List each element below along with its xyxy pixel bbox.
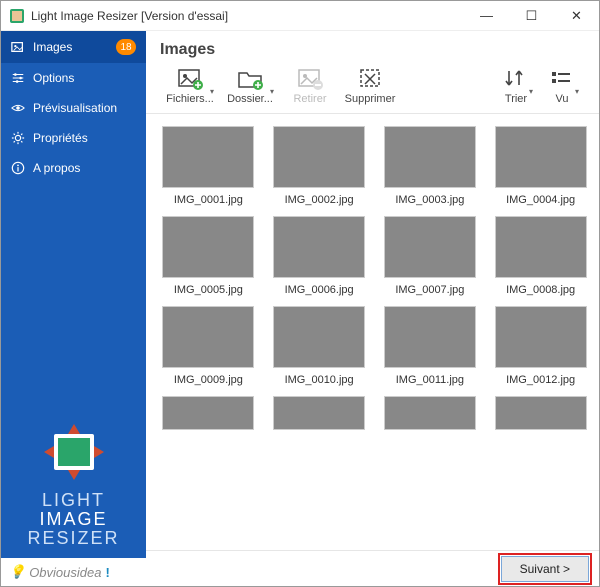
sidebar-item-about[interactable]: A propos xyxy=(1,153,146,183)
thumbnail-image xyxy=(384,306,476,368)
thumbnail-caption: IMG_0006.jpg xyxy=(269,284,370,296)
thumbnail[interactable] xyxy=(158,396,259,436)
brand-line2: IMAGE xyxy=(39,509,107,529)
brand-block: LIGHT IMAGE RESIZER xyxy=(1,414,146,558)
sidebar-item-label: Images xyxy=(33,40,72,54)
thumbnail-caption: IMG_0010.jpg xyxy=(269,374,370,386)
tool-label: Supprimer xyxy=(340,93,400,105)
thumbnail-caption: IMG_0011.jpg xyxy=(380,374,481,386)
eye-icon xyxy=(11,101,25,115)
thumbnail-image xyxy=(384,216,476,278)
main-panel: Images ▾ Fichiers... ▾ Dossier... Retire… xyxy=(146,31,599,586)
thumbnail[interactable]: IMG_0008.jpg xyxy=(490,216,591,296)
sidebar-item-label: Prévisualisation xyxy=(33,101,117,115)
thumbnail-image xyxy=(162,306,254,368)
delete-button[interactable]: Supprimer xyxy=(340,67,400,105)
sidebar-item-options[interactable]: Options xyxy=(1,63,146,93)
thumbnail-image xyxy=(273,306,365,368)
chevron-down-icon: ▾ xyxy=(270,87,274,96)
toolbar: ▾ Fichiers... ▾ Dossier... Retirer Suppr… xyxy=(146,63,599,114)
thumbnail[interactable]: IMG_0004.jpg xyxy=(490,126,591,206)
thumbnail[interactable]: IMG_0005.jpg xyxy=(158,216,259,296)
thumbnail[interactable]: IMG_0011.jpg xyxy=(380,306,481,386)
thumbnail-image xyxy=(384,126,476,188)
lightbulb-icon: 💡 xyxy=(9,564,25,580)
sliders-icon xyxy=(11,71,25,85)
thumbnail-caption: IMG_0003.jpg xyxy=(380,194,481,206)
sidebar-item-label: Propriétés xyxy=(33,131,88,145)
chevron-down-icon: ▾ xyxy=(575,87,579,96)
thumbnail-caption: IMG_0004.jpg xyxy=(490,194,591,206)
sidebar-item-preview[interactable]: Prévisualisation xyxy=(1,93,146,123)
section-title: Images xyxy=(146,31,599,63)
thumbnail-caption: IMG_0001.jpg xyxy=(158,194,259,206)
gallery[interactable]: IMG_0001.jpg IMG_0002.jpg IMG_0003.jpg IMG_… xyxy=(146,114,599,550)
thumbnail-image xyxy=(495,126,587,188)
gear-icon xyxy=(11,131,25,145)
footer-link[interactable]: 💡 Obviousidea! xyxy=(1,558,146,586)
thumbnail-caption: IMG_0002.jpg xyxy=(269,194,370,206)
footer-excl: ! xyxy=(105,565,109,580)
thumbnail-caption: IMG_0009.jpg xyxy=(158,374,259,386)
sidebar-item-images[interactable]: Images 18 xyxy=(1,31,146,63)
thumbnail-image xyxy=(162,126,254,188)
thumbnail[interactable]: IMG_0007.jpg xyxy=(380,216,481,296)
footer-text: Obviousidea xyxy=(29,565,101,580)
add-files-button[interactable]: ▾ Fichiers... xyxy=(160,67,220,105)
thumbnail-image xyxy=(162,216,254,278)
sort-button[interactable]: ▾ Trier xyxy=(493,67,539,105)
chevron-down-icon: ▾ xyxy=(210,87,214,96)
thumbnail[interactable] xyxy=(490,396,591,436)
images-badge: 18 xyxy=(116,39,136,55)
thumbnail-image xyxy=(384,396,476,430)
close-button[interactable]: ✕ xyxy=(554,1,599,30)
thumbnail[interactable]: IMG_0012.jpg xyxy=(490,306,591,386)
thumbnail-image xyxy=(273,216,365,278)
thumbnail[interactable]: IMG_0006.jpg xyxy=(269,216,370,296)
bottom-bar: Suivant > xyxy=(146,550,599,586)
maximize-button[interactable]: ☐ xyxy=(509,1,554,30)
add-folder-button[interactable]: ▾ Dossier... xyxy=(220,67,280,105)
thumbnail-image xyxy=(495,306,587,368)
thumbnail-caption: IMG_0012.jpg xyxy=(490,374,591,386)
remove-button[interactable]: Retirer xyxy=(280,67,340,105)
thumbnail-image xyxy=(495,216,587,278)
thumbnail[interactable] xyxy=(380,396,481,436)
thumbnail-image xyxy=(162,396,254,430)
brand-line1: LIGHT xyxy=(11,491,136,510)
thumbnail[interactable]: IMG_0003.jpg xyxy=(380,126,481,206)
app-icon xyxy=(9,8,25,24)
brand-line3: RESIZER xyxy=(11,529,136,548)
info-icon xyxy=(11,161,25,175)
thumbnail-caption: IMG_0005.jpg xyxy=(158,284,259,296)
minimize-button[interactable]: — xyxy=(464,1,509,30)
thumbnail[interactable]: IMG_0009.jpg xyxy=(158,306,259,386)
thumbnail-caption: IMG_0008.jpg xyxy=(490,284,591,296)
thumbnail[interactable]: IMG_0010.jpg xyxy=(269,306,370,386)
thumbnail[interactable] xyxy=(269,396,370,436)
thumbnail-image xyxy=(273,396,365,430)
tool-label: Retirer xyxy=(280,93,340,105)
sidebar-item-properties[interactable]: Propriétés xyxy=(1,123,146,153)
chevron-down-icon: ▾ xyxy=(529,87,533,96)
sidebar-item-label: Options xyxy=(33,71,74,85)
thumbnail-image xyxy=(273,126,365,188)
sidebar-item-label: A propos xyxy=(33,161,80,175)
thumbnail[interactable]: IMG_0002.jpg xyxy=(269,126,370,206)
title-bar: Light Image Resizer [Version d'essai] — … xyxy=(1,1,599,31)
images-icon xyxy=(11,40,25,54)
next-button[interactable]: Suivant > xyxy=(501,556,589,582)
app-logo xyxy=(38,424,110,480)
thumbnail-caption: IMG_0007.jpg xyxy=(380,284,481,296)
sidebar: Images 18 Options Prévisualisation Propr… xyxy=(1,31,146,586)
thumbnail[interactable]: IMG_0001.jpg xyxy=(158,126,259,206)
window-title: Light Image Resizer [Version d'essai] xyxy=(31,9,464,23)
thumbnail-image xyxy=(495,396,587,430)
view-button[interactable]: ▾ Vu xyxy=(539,67,585,105)
